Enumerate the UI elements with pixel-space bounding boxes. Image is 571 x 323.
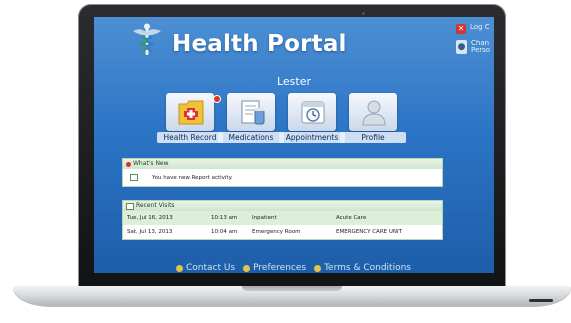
visit-time: 10:13 am <box>211 215 238 221</box>
logout-icon: ✕ <box>456 24 466 34</box>
person-icon: ● <box>456 40 467 54</box>
footer-links: Contact Us Preferences Terms & Condition… <box>176 263 411 273</box>
base-notch <box>242 286 342 291</box>
whats-new-item[interactable]: You have new Report activity. <box>123 169 442 186</box>
tile-appointments-box <box>288 93 336 131</box>
terms-icon <box>314 264 322 272</box>
top-links: ✕ Log C ● Chan Perso <box>456 24 494 60</box>
laptop-screen: ✕ Log C ● Chan Perso Health Portal Leste… <box>94 17 494 273</box>
tile-health-record[interactable]: Health Record <box>157 93 223 146</box>
recent-visits-header: Recent Visits <box>123 201 442 211</box>
visit-row[interactable]: Tue, Jul 16, 2013 10:13 am Inpatient Acu… <box>123 211 442 225</box>
status-indicator <box>529 299 553 302</box>
change-person-label: Chan Perso <box>471 40 491 54</box>
visits-icon <box>126 202 134 210</box>
tile-health-record-label: Health Record <box>157 132 223 143</box>
app-title: Health Portal <box>172 31 347 57</box>
notification-badge <box>213 95 221 103</box>
preferences-label: Preferences <box>253 263 307 273</box>
preferences-link[interactable]: Preferences <box>243 263 306 273</box>
terms-label: Terms & Conditions <box>324 263 411 273</box>
contact-us-link[interactable]: Contact Us <box>176 263 235 273</box>
webcam <box>362 12 365 15</box>
laptop-base <box>13 286 571 307</box>
preferences-icon <box>243 264 251 272</box>
alert-icon <box>126 161 131 167</box>
whats-new-message: You have new Report activity. <box>152 174 233 181</box>
visit-location: Acute Care <box>336 215 367 221</box>
user-name: Lester <box>276 75 312 88</box>
tile-medications[interactable]: Medications <box>218 93 284 146</box>
recent-visits-title: Recent Visits <box>136 202 175 209</box>
visit-date: Tue, Jul 16, 2013 <box>127 215 173 221</box>
terms-link[interactable]: Terms & Conditions <box>314 263 411 273</box>
tile-medications-label: Medications <box>218 132 284 143</box>
calendar-clock-icon <box>301 101 325 124</box>
tile-appointments[interactable]: Appointments <box>279 93 345 146</box>
logout-link[interactable]: ✕ Log C <box>456 24 494 34</box>
visit-type: Emergency Room <box>252 229 301 235</box>
change-person-link[interactable]: ● Chan Perso <box>456 40 494 54</box>
recent-visits-panel: Recent Visits Tue, Jul 16, 2013 10:13 am… <box>122 200 443 240</box>
tile-profile-label: Profile <box>340 132 406 143</box>
tile-health-record-box <box>166 93 221 131</box>
tile-profile-box <box>349 93 397 131</box>
tile-appointments-label: Appointments <box>279 132 345 143</box>
tile-medications-box <box>227 93 275 131</box>
contact-us-label: Contact Us <box>186 263 236 273</box>
report-icon <box>130 174 138 181</box>
profile-icon <box>362 100 386 126</box>
whats-new-header: What's New <box>123 159 442 169</box>
visit-type: Inpatient <box>252 215 277 221</box>
visit-date: Sat, Jul 13, 2013 <box>127 229 173 235</box>
whats-new-panel: What's New You have new Report activity. <box>122 158 443 187</box>
caduceus-logo-icon <box>133 23 161 55</box>
logout-label: Log C <box>470 24 490 31</box>
contact-icon <box>176 264 183 272</box>
visit-location: EMERGENCY CARE UNIT <box>336 229 402 235</box>
whats-new-title: What's New <box>133 160 169 167</box>
visit-row[interactable]: Sat, Jul 13, 2013 10:04 am Emergency Roo… <box>123 225 442 239</box>
folder-medical-icon <box>178 100 204 125</box>
visit-time: 10:04 am <box>211 229 238 235</box>
tile-profile[interactable]: Profile <box>340 93 406 146</box>
medications-icon <box>241 100 265 125</box>
